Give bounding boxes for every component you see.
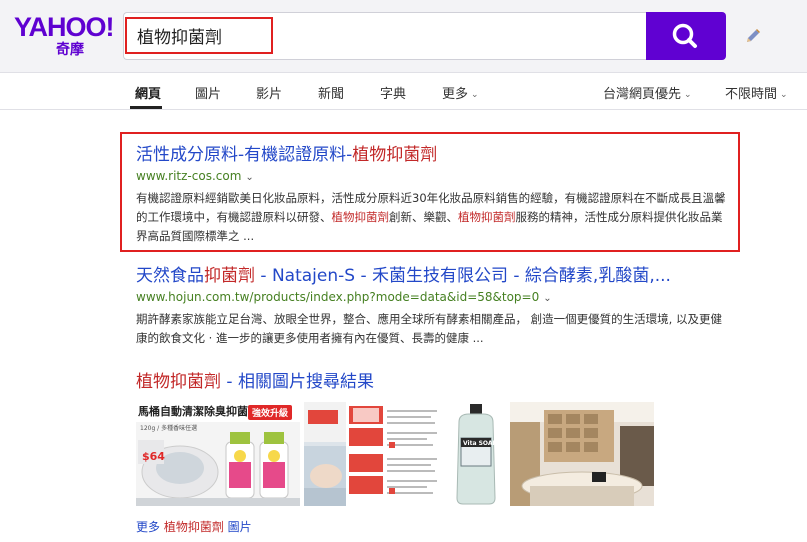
chevron-down-icon: ⌄ — [471, 90, 479, 100]
image-thumbnail[interactable]: 馬桶自動清潔除臭抑菌劑 強效升級 120g / 多種香味任選 $64 — [136, 402, 300, 506]
result-snippet: 期許酵素家族能立足台灣、放眼全世界，整合、應用全球所有酵素相關產品， 創造一個更… — [136, 312, 722, 345]
time-filter-label: 不限時間 — [725, 87, 778, 102]
image-thumbnail[interactable]: Vita SOAP — [445, 402, 507, 506]
thumb-sub-text: 120g / 多種香味任選 — [140, 424, 197, 432]
logo-subtext: 奇摩 — [56, 42, 84, 58]
chevron-down-icon[interactable]: ⌄ — [543, 293, 551, 304]
region-filter[interactable]: 台灣網頁優先 ⌄ — [603, 83, 692, 102]
image-title-text: - 相關圖片搜尋結果 — [221, 372, 374, 392]
tab-images[interactable]: 圖片 — [195, 83, 221, 102]
snippet-keyword: 植物抑菌劑 — [458, 210, 516, 224]
image-thumbnail[interactable] — [304, 402, 346, 506]
vertical-tabs: 網頁 圖片 影片 新聞 字典 更多 ⌄ 台灣網頁優先 ⌄ 不限時間 ⌄ — [0, 73, 807, 110]
thumb-badge-text: 強效升級 — [252, 407, 288, 419]
more-images-text: 更多 — [136, 520, 164, 534]
tab-more-label: 更多 — [442, 87, 469, 102]
result-title-keyword: 植物抑菌劑 — [352, 145, 438, 165]
soap-bottle-image: Vita SOAP — [445, 402, 507, 506]
tab-news[interactable]: 新聞 — [318, 83, 344, 102]
tab-more[interactable]: 更多 ⌄ — [442, 83, 479, 102]
result-title-text: 天然食品 — [136, 266, 204, 286]
search-icon — [672, 23, 697, 48]
wipes-image — [304, 402, 346, 506]
thumb-title-text: 馬桶自動清潔除臭抑菌劑 — [138, 404, 259, 418]
result-url[interactable]: www.hojun.com.tw/products/index.php?mode… — [136, 289, 736, 307]
result-title[interactable]: 天然食品抑菌劑 - Natajen-S - 禾菌生技有限公司 - 綜合酵素,乳酸… — [136, 265, 736, 287]
result-title[interactable]: 活性成分原料-有機認證原料-植物抑菌劑 — [136, 144, 736, 166]
result-title-keyword: 抑菌劑 — [204, 266, 255, 286]
image-title-keyword: 植物抑菌劑 — [136, 372, 221, 392]
search-result: 天然食品抑菌劑 - Natajen-S - 禾菌生技有限公司 - 綜合酵素,乳酸… — [136, 265, 736, 348]
snippet-text: 創新、樂觀、 — [389, 210, 458, 224]
image-thumbnail[interactable] — [347, 402, 442, 506]
tab-dictionary[interactable]: 字典 — [380, 83, 406, 102]
active-tab-indicator — [130, 106, 162, 109]
search-header: YAHOO! 奇摩 — [0, 0, 807, 73]
result-title-text: - Natajen-S - 禾菌生技有限公司 - 綜合酵素,乳酸菌,... — [255, 266, 671, 286]
chevron-down-icon[interactable]: ⌄ — [245, 172, 253, 183]
product-table-image — [347, 402, 442, 506]
snippet-keyword: 植物抑菌劑 — [331, 210, 390, 224]
image-thumbnail[interactable] — [510, 402, 654, 506]
result-title-text: 活性成分原料-有機認證原料- — [136, 145, 353, 165]
tab-videos[interactable]: 影片 — [256, 83, 282, 102]
result-snippet: 有機認證原料經銷歐美日化妝品原料，活性成分原料近30年化妝品原料銷售的經驗，有機… — [136, 189, 732, 246]
toilet-cleaner-image: 馬桶自動清潔除臭抑菌劑 強效升級 120g / 多種香味任選 $64 — [136, 402, 300, 506]
thumb-price-text: $64 — [142, 450, 165, 463]
chevron-down-icon: ⌄ — [684, 90, 692, 100]
tab-web[interactable]: 網頁 — [135, 83, 161, 102]
time-filter[interactable]: 不限時間 ⌄ — [725, 83, 788, 102]
image-results-title[interactable]: 植物抑菌劑 - 相關圖片搜尋結果 — [136, 367, 374, 392]
logo-text: YAHOO! — [14, 12, 115, 42]
more-images-text: 圖片 — [223, 520, 252, 534]
result-url-text: www.ritz-cos.com — [136, 169, 242, 183]
search-button[interactable] — [646, 12, 726, 60]
bottle-label-text: Vita SOAP — [463, 440, 498, 447]
search-result: 活性成分原料-有機認證原料-植物抑菌劑 www.ritz-cos.com ⌄ 有機… — [136, 144, 736, 246]
result-url-text: www.hojun.com.tw/products/index.php?mode… — [136, 290, 540, 304]
store-interior-image — [510, 402, 654, 506]
pencil-icon[interactable] — [744, 27, 762, 45]
result-url[interactable]: www.ritz-cos.com ⌄ — [136, 168, 736, 186]
region-filter-label: 台灣網頁優先 — [603, 87, 682, 102]
chevron-down-icon: ⌄ — [780, 90, 788, 100]
yahoo-logo[interactable]: YAHOO! 奇摩 — [14, 12, 115, 60]
search-annotation-box — [125, 17, 273, 54]
more-images-keyword: 植物抑菌劑 — [163, 520, 224, 534]
more-images-link[interactable]: 更多 植物抑菌劑 圖片 — [136, 518, 252, 535]
